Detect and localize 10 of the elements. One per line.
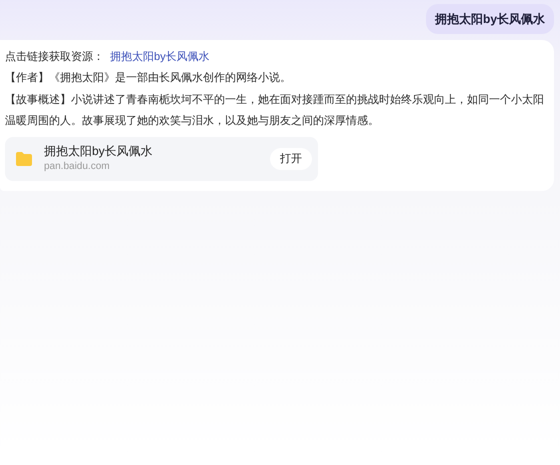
answer-paragraph: 【故事概述】小说讲述了青春南栀坎坷不平的一生，她在面对接踵而至的挑战时始终乐观向上，如同一个小太阳温暖周围的人。故事展现了她的欢笑与泪水，以及她与朋友之间的深厚情感。 — [5, 92, 544, 129]
link-label: 点击链接获取资源： — [5, 50, 104, 65]
folder-icon — [15, 151, 33, 167]
answer-paragraph: 【作者】《拥抱太阳》是一部由长风佩水创作的网络小说。 — [5, 70, 292, 86]
resource-domain: pan.baidu.com — [44, 160, 111, 174]
user-message-bubble: 拥抱太阳by长风佩水 — [426, 4, 554, 34]
resource-link[interactable]: 拥抱太阳by长风佩水 — [110, 47, 210, 67]
resource-title: 拥抱太阳by长风佩水 — [44, 143, 154, 159]
resource-card[interactable]: 拥抱太阳by长风佩水 pan.baidu.com 打开 — [5, 137, 318, 181]
open-button[interactable]: 打开 — [270, 148, 312, 170]
